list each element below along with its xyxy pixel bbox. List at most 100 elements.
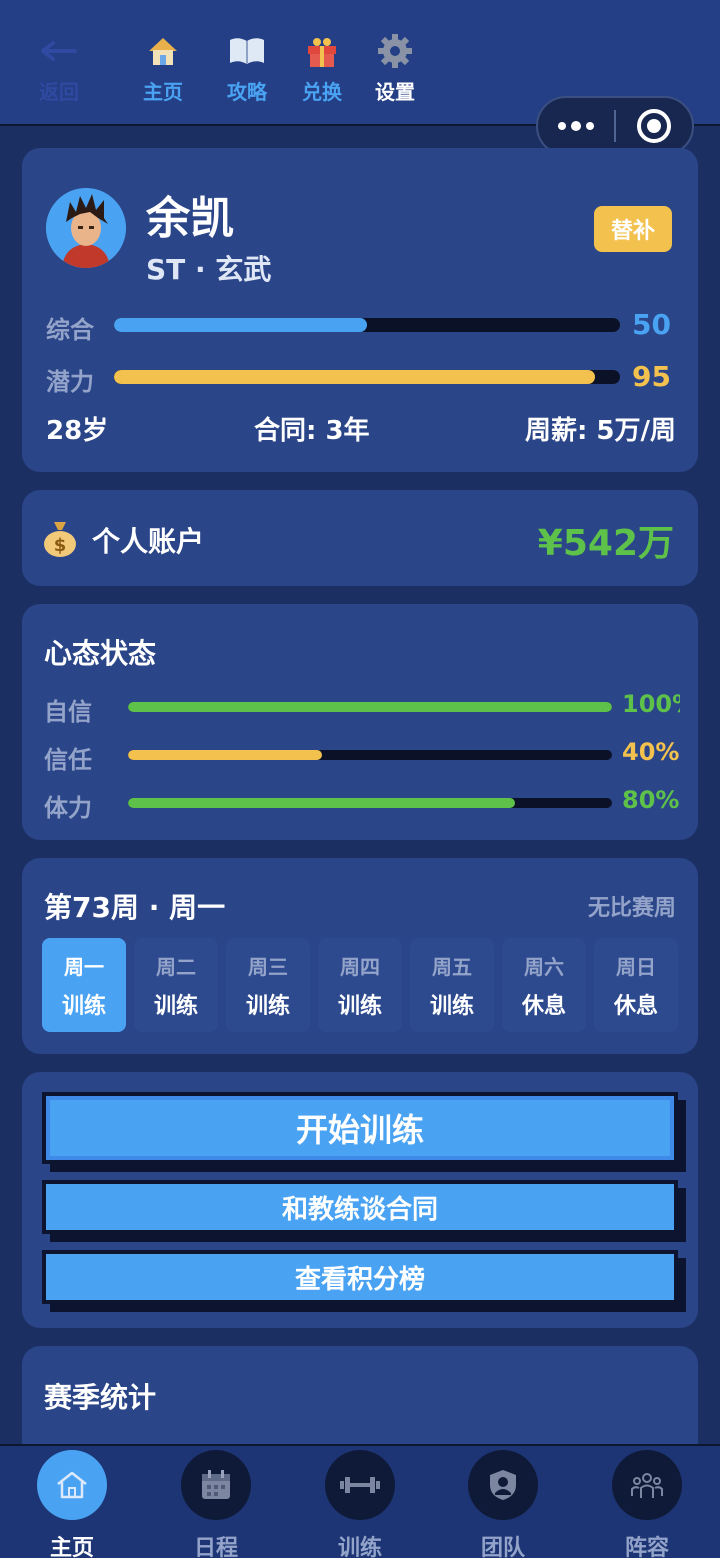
- mood-value: 40%: [622, 738, 680, 766]
- tab-schedule[interactable]: 日程: [161, 1450, 271, 1558]
- start-training-button[interactable]: 开始训练: [42, 1092, 678, 1164]
- shield-user-icon: [468, 1450, 538, 1520]
- player-profile-card: 余凯 ST · 玄武 替补 综合 50 潜力 95 28岁 合同: 3年 周薪:…: [22, 148, 698, 472]
- day-thursday[interactable]: 周四 训练: [318, 938, 402, 1032]
- player-info-row: 28岁 合同: 3年 周薪: 5万/周: [46, 410, 676, 446]
- day-name: 周三: [248, 954, 288, 979]
- tab-label: 主页: [49, 1536, 94, 1558]
- tab-label: 阵容: [624, 1536, 669, 1558]
- mood-label: 信任: [44, 746, 92, 774]
- player-age: 28岁: [46, 416, 109, 446]
- day-name: 周六: [524, 954, 564, 979]
- tab-label: 训练: [337, 1536, 382, 1558]
- start-training-label: 开始训练: [50, 1100, 670, 1156]
- nav-home[interactable]: 主页: [128, 30, 198, 105]
- mood-bar: [128, 750, 612, 760]
- week-title: 第73周 · 周一: [44, 891, 226, 924]
- money-bag-icon: $: [42, 518, 78, 562]
- account-title: 个人账户: [92, 525, 205, 558]
- day-activity: 休息: [521, 993, 566, 1019]
- nav-redeem-label: 兑换: [302, 80, 342, 104]
- more-dots-icon: [558, 121, 594, 131]
- nav-redeem[interactable]: 兑换: [287, 30, 357, 105]
- contract-talk-button[interactable]: 和教练谈合同: [42, 1180, 678, 1234]
- nav-settings-label: 设置: [375, 80, 415, 104]
- mood-bar-fill: [128, 702, 612, 712]
- day-activity: 训练: [153, 993, 198, 1019]
- gift-icon: [287, 30, 357, 72]
- mood-value: 80%: [622, 786, 680, 814]
- day-name: 周五: [432, 954, 472, 979]
- actions-card: 开始训练 和教练谈合同 查看积分榜: [22, 1072, 698, 1328]
- leaderboard-button[interactable]: 查看积分榜: [42, 1250, 678, 1304]
- tab-lineup[interactable]: 阵容: [592, 1450, 702, 1558]
- back-button[interactable]: 返回: [24, 30, 94, 105]
- tab-team[interactable]: 团队: [448, 1450, 558, 1558]
- day-activity: 休息: [613, 993, 658, 1019]
- week-schedule-card: 第73周 · 周一 无比赛周 周一训练 周二训练 周三 训练 周四训练 周五训练 …: [22, 858, 698, 1054]
- player-salary: 周薪: 5万/周: [524, 416, 676, 446]
- day-saturday[interactable]: 周六 休息: [502, 938, 586, 1032]
- tab-label: 日程: [193, 1536, 238, 1558]
- day-friday[interactable]: 周五 训练: [410, 938, 494, 1032]
- stat-bar: [114, 318, 620, 332]
- personal-account-card: $ 个人账户 ¥542万: [22, 490, 698, 586]
- back-arrow-icon: [24, 30, 94, 72]
- mood-bar-fill: [128, 750, 322, 760]
- day-list: 周一训练 周二训练 周三 训练 周四训练 周五训练 周六休息 周日休息: [42, 938, 678, 1032]
- day-name: 周四: [340, 954, 380, 979]
- mood-value: 100%: [622, 690, 680, 718]
- mood-row-trust: 信任 40%: [44, 738, 680, 776]
- player-position: ST · 玄武: [146, 253, 272, 286]
- week-status: 无比赛周: [587, 896, 676, 921]
- stat-bar-fill: [114, 318, 367, 332]
- gear-icon: [360, 30, 430, 72]
- stat-row-overall: 综合 50: [46, 308, 676, 346]
- mood-row-stamina: 体力 80%: [44, 786, 680, 824]
- svg-text:$: $: [54, 535, 67, 556]
- stat-bar: [114, 370, 620, 384]
- season-title: 赛季统计: [44, 1381, 157, 1414]
- mood-bar-fill: [128, 798, 516, 808]
- day-name: 周二: [156, 954, 196, 979]
- day-activity: 训练: [429, 993, 474, 1019]
- tab-home[interactable]: 主页: [17, 1450, 127, 1558]
- house-icon: [128, 30, 198, 72]
- more-dots-button[interactable]: [538, 98, 614, 154]
- day-name: 周一: [64, 954, 104, 979]
- nav-settings[interactable]: 设置: [360, 30, 430, 105]
- day-wednesday[interactable]: 周三 训练: [226, 938, 310, 1032]
- day-monday[interactable]: 周一 训练: [42, 938, 126, 1032]
- group-icon: [612, 1450, 682, 1520]
- day-sunday[interactable]: 周日 休息: [594, 938, 678, 1032]
- home-icon: [37, 1450, 107, 1520]
- stat-label: 综合: [46, 316, 94, 344]
- day-activity: 训练: [61, 993, 106, 1019]
- nav-guide[interactable]: 攻略: [212, 30, 282, 105]
- mood-bar: [128, 702, 612, 712]
- dumbbell-icon: [325, 1450, 395, 1520]
- target-icon: [637, 109, 671, 143]
- bottom-tab-bar: 主页 日程 训练 团队 阵容: [0, 1444, 720, 1558]
- tab-training[interactable]: 训练: [305, 1450, 415, 1558]
- mood-label: 体力: [44, 794, 92, 822]
- nav-home-label: 主页: [143, 80, 183, 104]
- stat-value: 50: [632, 308, 671, 341]
- stat-row-potential: 潜力 95: [46, 360, 676, 398]
- mood-title: 心态状态: [44, 637, 157, 670]
- day-activity: 训练: [337, 993, 382, 1019]
- back-label: 返回: [39, 80, 79, 104]
- close-miniprogram-button[interactable]: [616, 98, 692, 154]
- mood-bar: [128, 798, 612, 808]
- status-badge: 替补: [594, 206, 672, 252]
- mood-status-card: 心态状态 自信 100% 信任 40% 体力 80%: [22, 604, 698, 840]
- mood-row-confidence: 自信 100%: [44, 690, 680, 728]
- stat-label: 潜力: [46, 368, 94, 396]
- player-contract: 合同: 3年: [254, 416, 370, 446]
- tab-label: 团队: [480, 1536, 525, 1558]
- mood-label: 自信: [44, 698, 92, 726]
- day-name: 周日: [616, 954, 656, 979]
- avatar[interactable]: [46, 188, 126, 268]
- day-tuesday[interactable]: 周二 训练: [134, 938, 218, 1032]
- calendar-icon: [181, 1450, 251, 1520]
